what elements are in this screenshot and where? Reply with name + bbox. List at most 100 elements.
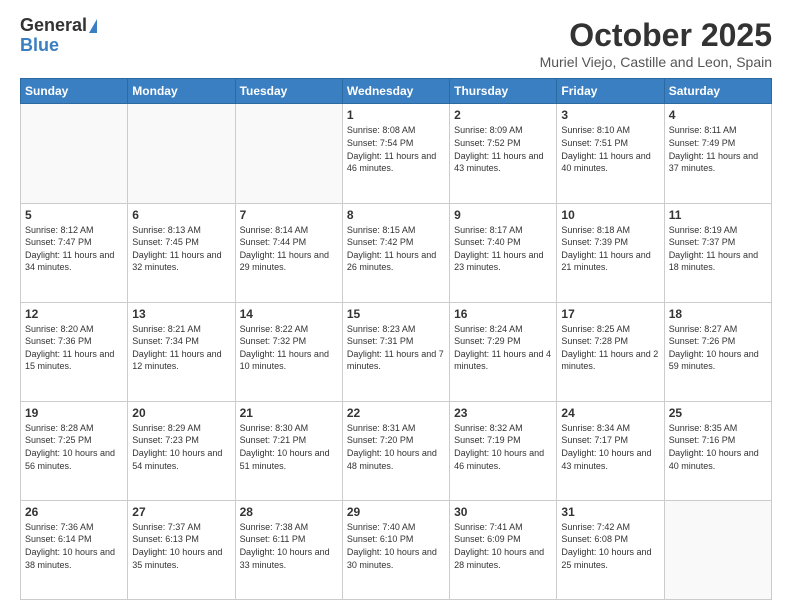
calendar-day-cell: [21, 104, 128, 203]
calendar-day-cell: 4Sunrise: 8:11 AM Sunset: 7:49 PM Daylig…: [664, 104, 771, 203]
weekday-header-row: SundayMondayTuesdayWednesdayThursdayFrid…: [21, 79, 772, 104]
weekday-header: Thursday: [450, 79, 557, 104]
calendar-day-cell: 18 Sunrise: 8:27 AM Sunset: 7:26 PM Dayli…: [664, 302, 771, 401]
logo: General Blue: [20, 16, 97, 56]
day-info: Sunrise: 7:42 AM Sunset: 6:08 PM Dayligh…: [561, 521, 659, 571]
day-info: Sunrise: 8:17 AM Sunset: 7:40 PM Dayligh…: [454, 224, 552, 274]
calendar-day-cell: 5 Sunrise: 8:12 AM Sunset: 7:47 PM Daylig…: [21, 203, 128, 302]
calendar-table: SundayMondayTuesdayWednesdayThursdayFrid…: [20, 78, 772, 600]
day-info: Sunrise: 8:19 AM Sunset: 7:37 PM Dayligh…: [669, 224, 767, 274]
calendar-day-cell: 20Sunrise: 8:29 AM Sunset: 7:23 PM Dayli…: [128, 401, 235, 500]
day-info: Sunrise: 7:37 AM Sunset: 6:13 PM Dayligh…: [132, 521, 230, 571]
calendar-day-cell: 24 Sunrise: 8:34 AM Sunset: 7:17 PM Dayli…: [557, 401, 664, 500]
day-number: 24: [561, 406, 659, 420]
calendar-page: General Blue October 2025 Muriel Viejo, …: [0, 0, 792, 612]
calendar-day-cell: 22Sunrise: 8:31 AM Sunset: 7:20 PM Dayli…: [342, 401, 449, 500]
header: General Blue October 2025 Muriel Viejo, …: [20, 16, 772, 70]
weekday-header: Tuesday: [235, 79, 342, 104]
day-number: 9: [454, 208, 552, 222]
calendar-day-cell: 23Sunrise: 8:32 AM Sunset: 7:19 PM Dayli…: [450, 401, 557, 500]
calendar-day-cell: 13 Sunrise: 8:21 AM Sunset: 7:34 PM Dayli…: [128, 302, 235, 401]
day-number: 11: [669, 208, 767, 222]
calendar-week-row: 26 Sunrise: 7:36 AM Sunset: 6:14 PM Dayli…: [21, 500, 772, 599]
calendar-day-cell: [235, 104, 342, 203]
day-info: Sunrise: 8:25 AM Sunset: 7:28 PM Dayligh…: [561, 323, 659, 373]
day-info: Sunrise: 8:34 AM Sunset: 7:17 PM Dayligh…: [561, 422, 659, 472]
day-info: Sunrise: 8:14 AM Sunset: 7:44 PM Dayligh…: [240, 224, 338, 274]
calendar-day-cell: 16 Sunrise: 8:24 AM Sunset: 7:29 PM Dayli…: [450, 302, 557, 401]
calendar-day-cell: 26 Sunrise: 7:36 AM Sunset: 6:14 PM Dayli…: [21, 500, 128, 599]
location: Muriel Viejo, Castille and Leon, Spain: [540, 54, 772, 70]
logo-general-text: General: [20, 16, 87, 36]
calendar-day-cell: 1 Sunrise: 8:08 AM Sunset: 7:54 PM Daylig…: [342, 104, 449, 203]
weekday-header: Friday: [557, 79, 664, 104]
calendar-day-cell: 31 Sunrise: 7:42 AM Sunset: 6:08 PM Dayli…: [557, 500, 664, 599]
day-info: Sunrise: 7:36 AM Sunset: 6:14 PM Dayligh…: [25, 521, 123, 571]
calendar-week-row: 12 Sunrise: 8:20 AM Sunset: 7:36 PM Dayli…: [21, 302, 772, 401]
calendar-day-cell: 3 Sunrise: 8:10 AM Sunset: 7:51 PM Daylig…: [557, 104, 664, 203]
calendar-day-cell: 8 Sunrise: 8:15 AM Sunset: 7:42 PM Daylig…: [342, 203, 449, 302]
weekday-header: Saturday: [664, 79, 771, 104]
day-number: 1: [347, 108, 445, 122]
day-info: Sunrise: 8:18 AM Sunset: 7:39 PM Dayligh…: [561, 224, 659, 274]
day-number: 14: [240, 307, 338, 321]
calendar-week-row: 5 Sunrise: 8:12 AM Sunset: 7:47 PM Daylig…: [21, 203, 772, 302]
day-number: 21: [240, 406, 338, 420]
calendar-day-cell: 17 Sunrise: 8:25 AM Sunset: 7:28 PM Dayli…: [557, 302, 664, 401]
day-info: Sunrise: 8:15 AM Sunset: 7:42 PM Dayligh…: [347, 224, 445, 274]
day-number: 13: [132, 307, 230, 321]
day-number: 15: [347, 307, 445, 321]
calendar-day-cell: 27 Sunrise: 7:37 AM Sunset: 6:13 PM Dayli…: [128, 500, 235, 599]
logo-triangle-icon: [89, 19, 97, 33]
day-number: 18: [669, 307, 767, 321]
day-number: 26: [25, 505, 123, 519]
day-number: 17: [561, 307, 659, 321]
calendar-day-cell: 14 Sunrise: 8:22 AM Sunset: 7:32 PM Dayli…: [235, 302, 342, 401]
day-number: 8: [347, 208, 445, 222]
day-info: Sunrise: 8:21 AM Sunset: 7:34 PM Dayligh…: [132, 323, 230, 373]
calendar-day-cell: 30Sunrise: 7:41 AM Sunset: 6:09 PM Dayli…: [450, 500, 557, 599]
day-info: Sunrise: 7:40 AM Sunset: 6:10 PM Dayligh…: [347, 521, 445, 571]
calendar-day-cell: 11 Sunrise: 8:19 AM Sunset: 7:37 PM Dayli…: [664, 203, 771, 302]
day-number: 16: [454, 307, 552, 321]
calendar-day-cell: 7 Sunrise: 8:14 AM Sunset: 7:44 PM Daylig…: [235, 203, 342, 302]
day-number: 3: [561, 108, 659, 122]
day-number: 5: [25, 208, 123, 222]
day-number: 28: [240, 505, 338, 519]
day-number: 29: [347, 505, 445, 519]
day-info: Sunrise: 8:23 AM Sunset: 7:31 PM Dayligh…: [347, 323, 445, 373]
day-info: Sunrise: 8:24 AM Sunset: 7:29 PM Dayligh…: [454, 323, 552, 373]
calendar-day-cell: 10Sunrise: 8:18 AM Sunset: 7:39 PM Dayli…: [557, 203, 664, 302]
logo-blue-text: Blue: [20, 36, 59, 56]
day-info: Sunrise: 8:20 AM Sunset: 7:36 PM Dayligh…: [25, 323, 123, 373]
day-info: Sunrise: 8:11 AM Sunset: 7:49 PM Dayligh…: [669, 124, 767, 174]
day-number: 2: [454, 108, 552, 122]
day-number: 6: [132, 208, 230, 222]
calendar-day-cell: 6Sunrise: 8:13 AM Sunset: 7:45 PM Daylig…: [128, 203, 235, 302]
day-info: Sunrise: 8:30 AM Sunset: 7:21 PM Dayligh…: [240, 422, 338, 472]
weekday-header: Wednesday: [342, 79, 449, 104]
calendar-day-cell: 9 Sunrise: 8:17 AM Sunset: 7:40 PM Daylig…: [450, 203, 557, 302]
day-number: 27: [132, 505, 230, 519]
weekday-header: Monday: [128, 79, 235, 104]
day-info: Sunrise: 8:28 AM Sunset: 7:25 PM Dayligh…: [25, 422, 123, 472]
calendar-day-cell: 19Sunrise: 8:28 AM Sunset: 7:25 PM Dayli…: [21, 401, 128, 500]
weekday-header: Sunday: [21, 79, 128, 104]
day-info: Sunrise: 7:41 AM Sunset: 6:09 PM Dayligh…: [454, 521, 552, 571]
day-info: Sunrise: 8:09 AM Sunset: 7:52 PM Dayligh…: [454, 124, 552, 174]
day-info: Sunrise: 8:08 AM Sunset: 7:54 PM Dayligh…: [347, 124, 445, 174]
day-number: 7: [240, 208, 338, 222]
day-info: Sunrise: 8:27 AM Sunset: 7:26 PM Dayligh…: [669, 323, 767, 373]
day-number: 20: [132, 406, 230, 420]
month-title: October 2025: [540, 16, 772, 54]
calendar-day-cell: 21 Sunrise: 8:30 AM Sunset: 7:21 PM Dayli…: [235, 401, 342, 500]
calendar-day-cell: 2 Sunrise: 8:09 AM Sunset: 7:52 PM Daylig…: [450, 104, 557, 203]
day-info: Sunrise: 8:22 AM Sunset: 7:32 PM Dayligh…: [240, 323, 338, 373]
day-number: 23: [454, 406, 552, 420]
day-info: Sunrise: 8:12 AM Sunset: 7:47 PM Dayligh…: [25, 224, 123, 274]
day-info: Sunrise: 8:10 AM Sunset: 7:51 PM Dayligh…: [561, 124, 659, 174]
day-number: 12: [25, 307, 123, 321]
calendar-day-cell: [664, 500, 771, 599]
day-number: 31: [561, 505, 659, 519]
calendar-week-row: 19Sunrise: 8:28 AM Sunset: 7:25 PM Dayli…: [21, 401, 772, 500]
